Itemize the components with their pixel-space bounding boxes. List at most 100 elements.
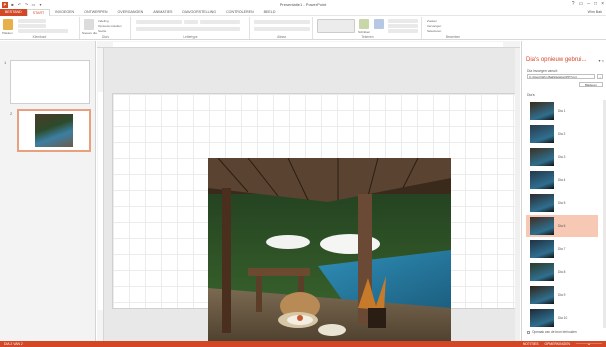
reuse-slide-item[interactable]: Dia 7 [526, 238, 598, 260]
tab-view[interactable]: BEELD [259, 9, 281, 16]
shape-outline-button[interactable] [388, 24, 418, 28]
help-icon[interactable]: ? [572, 1, 575, 7]
group-label-slides: Dia's [102, 35, 109, 39]
group-label-drawing: Tekenen [361, 35, 374, 39]
tab-start[interactable]: START [26, 8, 51, 16]
shapes-gallery[interactable] [317, 19, 355, 33]
list-buttons[interactable] [254, 20, 310, 24]
new-slide-icon[interactable] [84, 19, 94, 30]
tab-slideshow[interactable]: DIAVOORSTELLING [177, 9, 221, 16]
font-format-buttons[interactable] [136, 27, 240, 31]
reuse-slide-label: Dia 4 [558, 178, 566, 182]
reuse-slide-item[interactable]: Dia 4 [526, 169, 598, 191]
font-size-select[interactable] [184, 20, 198, 24]
tab-design[interactable]: ONTWERPEN [79, 9, 112, 16]
slide-thumbnail-1[interactable] [10, 60, 90, 104]
arrange-button[interactable]: Schikken [358, 30, 370, 34]
reuse-slide-item[interactable]: Dia 6 [526, 215, 598, 237]
reuse-slide-item[interactable]: Dia 2 [526, 123, 598, 145]
editor-vertical-scrollbar[interactable] [515, 48, 520, 341]
tab-animations[interactable]: ANIMATIES [148, 9, 177, 16]
close-pane-icon[interactable]: ▾ × [599, 58, 604, 63]
reuse-slide-thumbnail [530, 240, 554, 258]
slide-thumbnail-image [35, 114, 73, 147]
select-button[interactable]: Selecteren [427, 29, 441, 33]
reuse-slide-item[interactable]: Dia 1 [526, 100, 598, 122]
zoom-slider[interactable]: ─────●───── [576, 341, 602, 347]
notes-button[interactable]: NOTITIES [523, 341, 539, 347]
reuse-slide-thumbnail [530, 125, 554, 143]
reuse-slide-item[interactable]: Dia 9 [526, 284, 598, 306]
browse-button[interactable]: Bladeren [579, 82, 603, 87]
ribbon: Plakken Klembord Nieuwe dia Indeling Opn… [0, 16, 606, 40]
group-label-font: Lettertype [183, 35, 198, 39]
reuse-slide-thumbnail [530, 148, 554, 166]
reuse-slide-label: Dia 5 [558, 201, 566, 205]
powerpoint-window: P ■ ↶ ↷ ▭ ▾ Presentatie1 - PowerPoint ? … [0, 0, 606, 347]
ribbon-display-icon[interactable]: ▭ [579, 1, 584, 7]
slide-count-status: DIA 2 VAN 2 [4, 342, 23, 346]
reuse-slide-thumbnail [530, 171, 554, 189]
reuse-slide-thumbnail [530, 309, 554, 327]
file-path-input[interactable]: C:\Users\Wim Bak\Desktop\PPT.ppt [527, 74, 595, 79]
reuse-slide-thumbnail [530, 286, 554, 304]
arrange-icon[interactable] [359, 19, 369, 29]
slide-number-2: 2 [10, 111, 13, 116]
reuse-slide-label: Dia 3 [558, 155, 566, 159]
reuse-slide-label: Dia 10 [558, 316, 568, 320]
tab-file[interactable]: BESTAND [0, 8, 27, 16]
tab-review[interactable]: CONTROLEREN [221, 9, 259, 16]
ribbon-tabs: BESTAND START INVOEGEN ONTWERPEN OVERGAN… [0, 8, 606, 16]
font-grow-shrink-buttons[interactable] [200, 20, 240, 24]
cut-button[interactable] [18, 19, 46, 23]
tab-transitions[interactable]: OVERGANGEN [113, 9, 149, 16]
shape-fill-button[interactable] [388, 19, 418, 23]
reuse-slide-item[interactable]: Dia 3 [526, 146, 598, 168]
comments-button[interactable]: OPMERKINGEN [544, 341, 569, 347]
slide-thumbnails-pane: 1 2 [0, 41, 96, 341]
slide-thumbnail-2[interactable] [17, 109, 91, 152]
group-label-editing: Bewerken [445, 35, 461, 39]
reuse-slide-item[interactable]: Dia 8 [526, 261, 598, 283]
find-button[interactable]: Zoeken [427, 19, 437, 23]
group-editing: Zoeken Vervangen Selecteren Bewerken [423, 17, 483, 39]
group-label-clipboard: Klembord [32, 35, 47, 39]
group-label-paragraph: Alinea [277, 35, 286, 39]
reuse-slide-thumbnail [530, 263, 554, 281]
window-title: Presentatie1 - PowerPoint [279, 2, 327, 7]
reuse-slide-label: Dia 1 [558, 109, 566, 113]
reuse-slide-item[interactable]: Dia 5 [526, 192, 598, 214]
section-button[interactable]: Sectie [98, 29, 106, 33]
checkbox-box[interactable] [527, 330, 530, 334]
reuse-slide-label: Dia 8 [558, 270, 566, 274]
reuse-pane-title: Dia's opnieuw gebrui... [526, 57, 587, 63]
vertical-ruler [97, 48, 104, 341]
reuse-slide-label: Dia 2 [558, 132, 566, 136]
inserted-photo[interactable] [208, 158, 451, 347]
copy-button[interactable] [18, 24, 46, 28]
reuse-slides-pane: Dia's opnieuw gebrui... ▾ × Dia invoegen… [521, 41, 606, 341]
format-painter-button[interactable] [18, 29, 68, 33]
slide-canvas[interactable] [112, 93, 516, 347]
group-slides: Nieuwe dia Indeling Opnieuw instellen Se… [81, 17, 131, 39]
close-icon[interactable]: × [601, 1, 604, 7]
reuse-slide-label: Dia 6 [558, 224, 566, 228]
keep-source-formatting-checkbox[interactable]: Opmaak van de bron behouden [527, 330, 577, 334]
tab-insert[interactable]: INVOEGEN [50, 9, 79, 16]
go-arrow-button[interactable]: → [597, 74, 603, 79]
reset-button[interactable]: Opnieuw instellen [98, 24, 122, 28]
maximize-icon[interactable]: □ [594, 1, 597, 7]
shape-effects-button[interactable] [388, 29, 418, 33]
paste-icon[interactable] [3, 19, 13, 30]
user-name[interactable]: Wim Bak [588, 10, 602, 14]
minimize-icon[interactable]: – [587, 1, 590, 7]
group-font: Lettertype [132, 17, 250, 39]
alignment-buttons[interactable] [254, 27, 310, 31]
quick-styles-icon[interactable] [374, 19, 384, 29]
layout-button[interactable]: Indeling [98, 19, 109, 23]
slides-label: Dia's: [527, 93, 536, 97]
horizontal-ruler [97, 41, 520, 48]
font-family-select[interactable] [136, 20, 182, 24]
reuse-slide-item[interactable]: Dia 10 [526, 307, 598, 329]
replace-button[interactable]: Vervangen [427, 24, 441, 28]
